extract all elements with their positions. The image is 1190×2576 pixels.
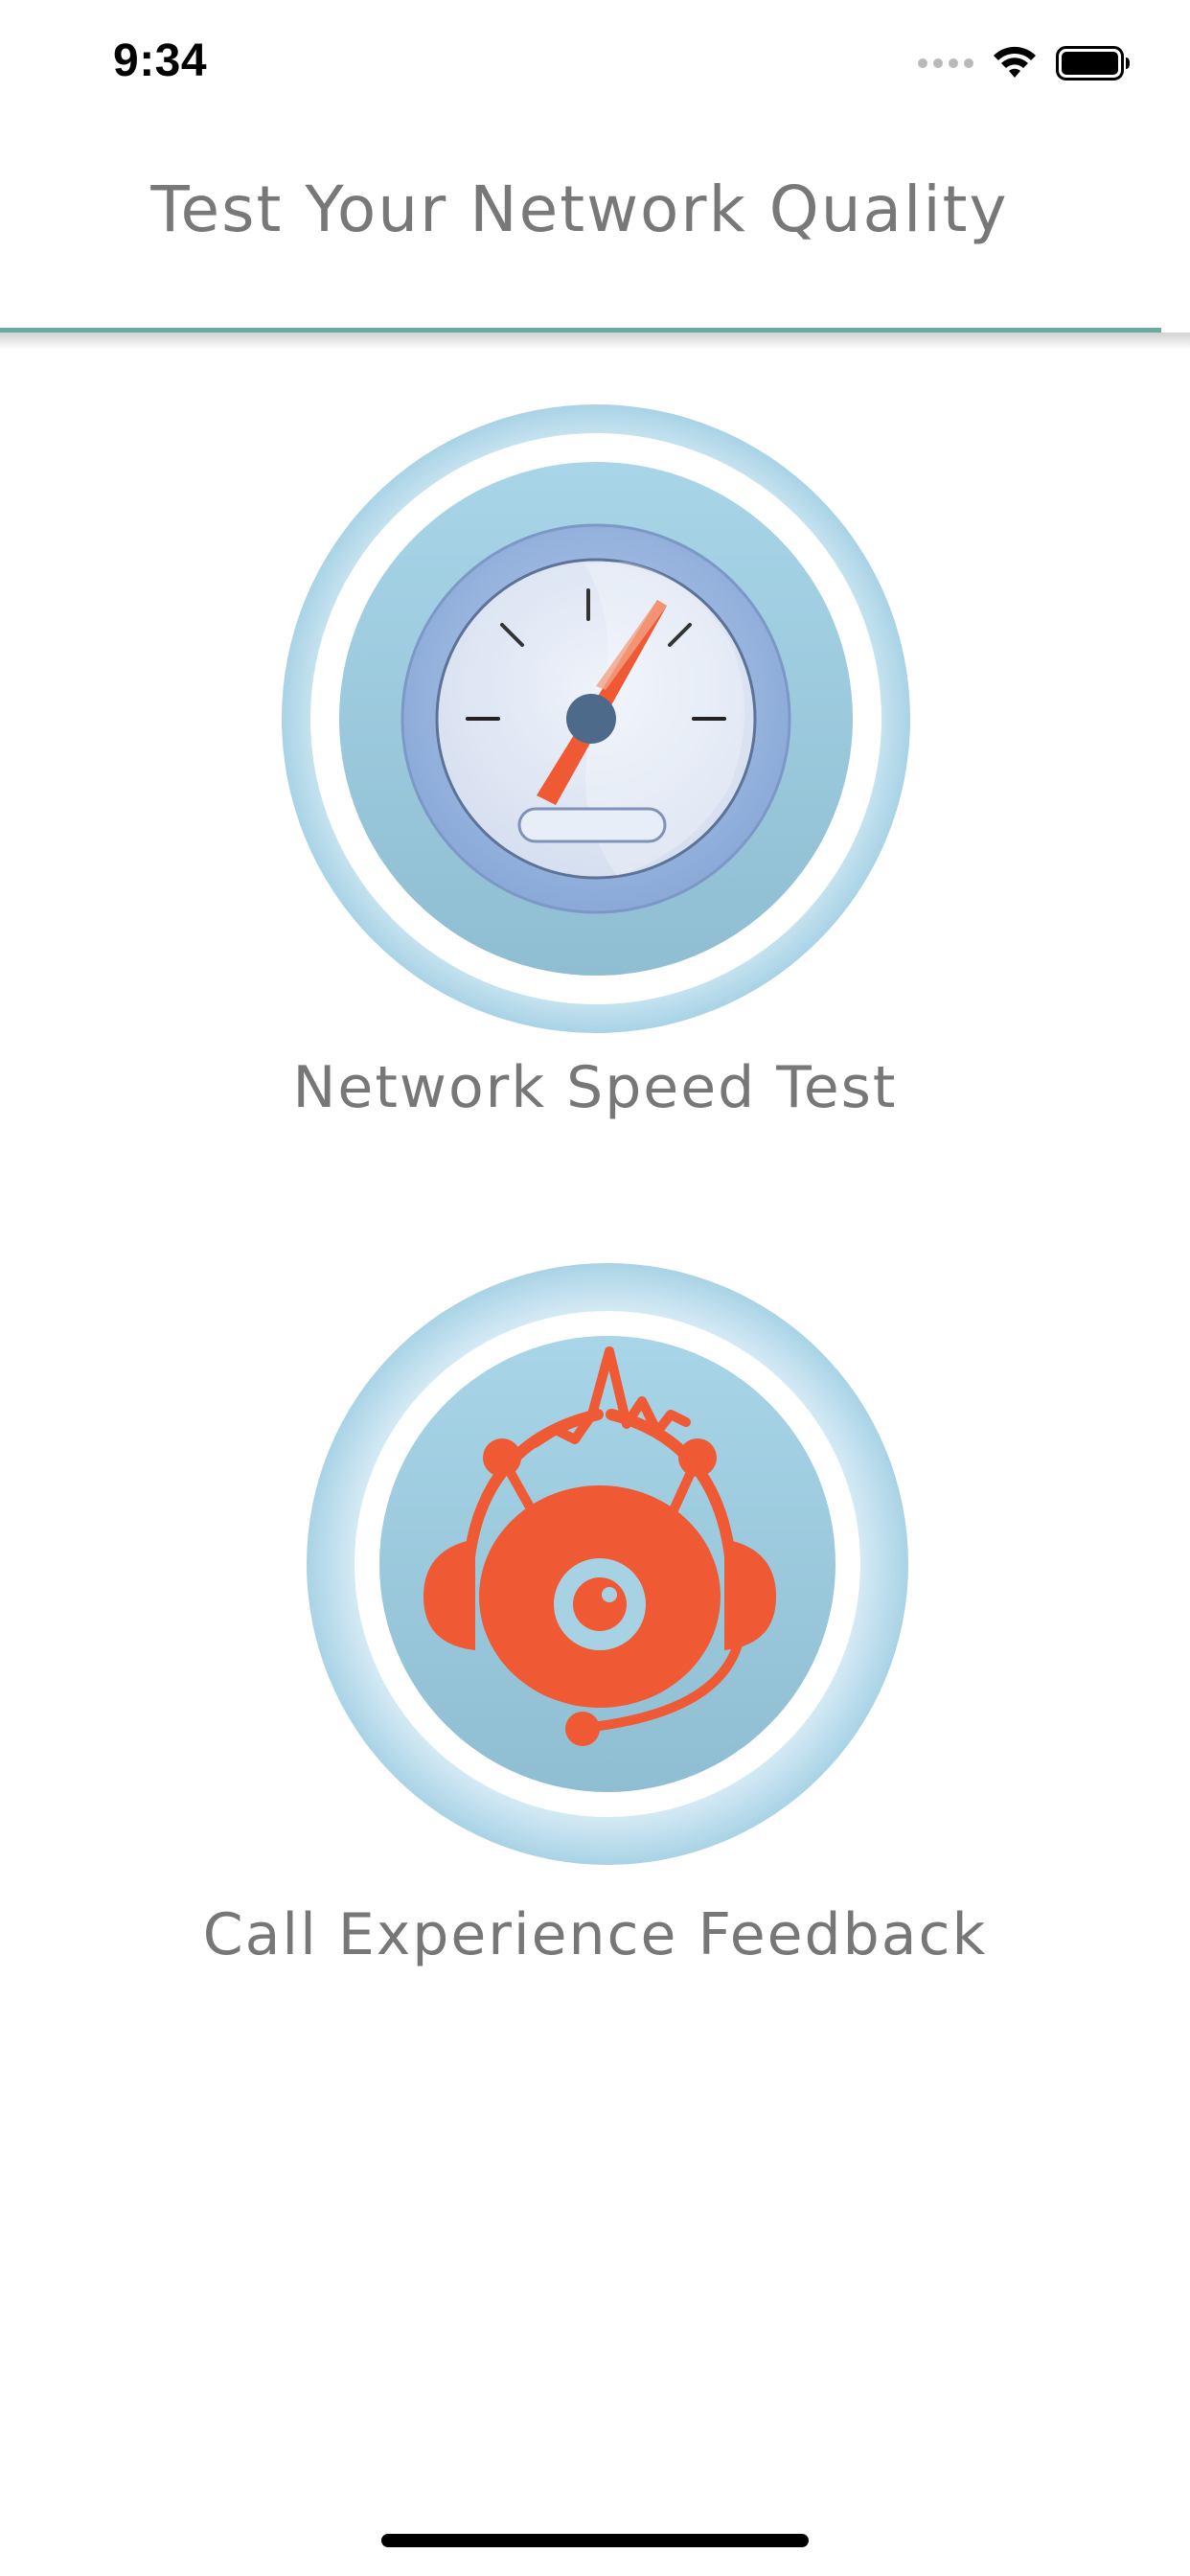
network-speed-test-label: Network Speed Test (292, 1054, 898, 1121)
speedometer-icon (280, 402, 912, 1035)
screen: 9:34 Test Your Network Quality Network S… (0, 0, 1190, 2576)
status-bar: 9:34 (0, 0, 1190, 130)
headset-feedback-icon (305, 1261, 910, 1867)
page-title: Test Your Network Quality (150, 172, 1009, 246)
header-shadow (0, 333, 1190, 350)
status-icons (918, 42, 1131, 84)
status-time: 9:34 (113, 35, 208, 86)
battery-icon (1056, 46, 1130, 80)
signal-dots-icon (918, 58, 973, 68)
network-speed-test-button[interactable]: Network Speed Test (0, 402, 1190, 1131)
call-experience-feedback-label: Call Experience Feedback (202, 1901, 988, 1968)
header: Test Your Network Quality (0, 130, 1190, 328)
call-experience-feedback-button[interactable]: Call Experience Feedback (0, 1261, 1190, 1990)
home-indicator[interactable] (381, 2534, 809, 2547)
wifi-icon (994, 46, 1036, 78)
